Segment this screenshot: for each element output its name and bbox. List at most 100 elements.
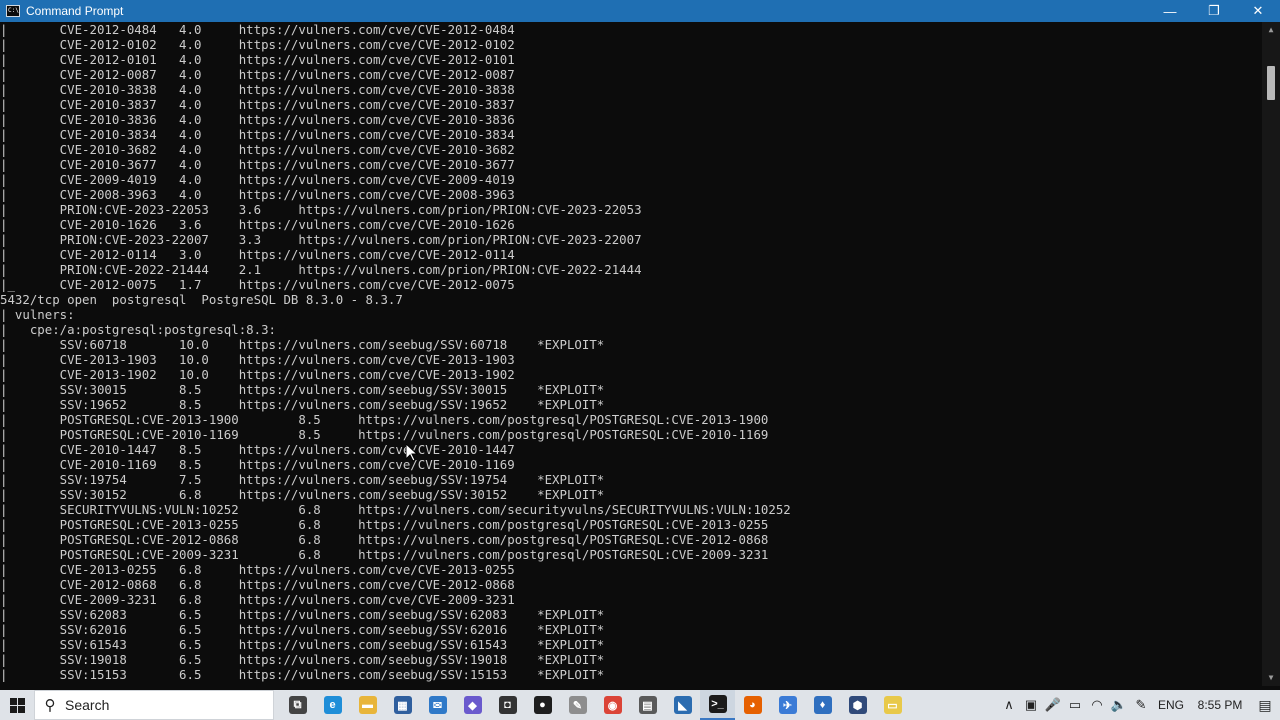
terminal-line: | SSV:15153 6.5 https://vulners.com/seeb… <box>0 667 605 682</box>
terminal-line: | POSTGRESQL:CVE-2010-1169 8.5 https://v… <box>0 427 769 442</box>
terminal-line: | CVE-2012-0102 4.0 https://vulners.com/… <box>0 37 515 52</box>
taskbar-app-task-view[interactable]: ⧉ <box>280 690 315 720</box>
terminal-line: |_ CVE-2012-0075 1.7 https://vulners.com… <box>0 277 515 292</box>
mouse-pointer-icon <box>406 444 418 462</box>
wifi-icon[interactable]: ◠ <box>1086 697 1108 713</box>
app-icon-outline: ◘ <box>498 696 517 714</box>
taskbar: ⚲ Search ⧉ e ▬ ▦ ✉ ◆ ◘ ● ✎ ◉ ▤ ◣ >_ ◕ ✈ ♦ ⬢ ▭ ∧ ▣ 🎤 ▭ ◠ 🔈… <box>0 690 1280 720</box>
terminal-line: | CVE-2012-0101 4.0 https://vulners.com/… <box>0 52 515 67</box>
app-icon-cube: ⬢ <box>848 696 867 714</box>
chrome-icon: ◉ <box>603 696 622 714</box>
terminal-line: | SSV:60718 10.0 https://vulners.com/see… <box>0 337 605 352</box>
terminal-line: 5432/tcp open postgresql PostgreSQL DB 8… <box>0 292 403 307</box>
battery-icon[interactable]: ▭ <box>1064 697 1086 713</box>
sticky-notes-icon: ▭ <box>883 696 902 714</box>
terminal-line: | PRION:CVE-2023-22007 3.3 https://vulne… <box>0 232 642 247</box>
taskbar-app-app-cube[interactable]: ⬢ <box>840 690 875 720</box>
edge-icon: e <box>323 696 342 714</box>
taskbar-app-app-dark[interactable]: ● <box>525 690 560 720</box>
taskbar-app-edge[interactable]: e <box>315 690 350 720</box>
terminal-line: | CVE-2013-0255 6.8 https://vulners.com/… <box>0 562 515 577</box>
volume-icon[interactable]: 🔈 <box>1108 697 1130 713</box>
terminal-line: | SECURITYVULNS:VULN:10252 6.8 https://v… <box>0 502 791 517</box>
terminal-line: | CVE-2010-1169 8.5 https://vulners.com/… <box>0 457 515 472</box>
terminal-output[interactable]: | CVE-2012-0484 4.0 https://vulners.com/… <box>0 22 1262 686</box>
app-icon-blue: ✈ <box>778 696 797 714</box>
terminal-line: | SSV:61543 6.5 https://vulners.com/seeb… <box>0 637 605 652</box>
terminal-line: | CVE-2013-1902 10.0 https://vulners.com… <box>0 367 515 382</box>
app-icon-dark: ● <box>533 696 552 714</box>
calculator-icon: ▤ <box>638 696 657 714</box>
task-view-icon: ⧉ <box>288 696 307 714</box>
terminal-line: | SSV:62083 6.5 https://vulners.com/seeb… <box>0 607 605 622</box>
terminal-line: | CVE-2012-0114 3.0 https://vulners.com/… <box>0 247 515 262</box>
taskbar-app-firefox[interactable]: ◕ <box>735 690 770 720</box>
terminal-line: | SSV:19018 6.5 https://vulners.com/seeb… <box>0 652 605 667</box>
start-button[interactable] <box>0 690 34 720</box>
microphone-icon[interactable]: 🎤 <box>1042 697 1064 713</box>
notification-icon[interactable]: ▤ <box>1250 697 1280 714</box>
terminal-line: | PRION:CVE-2023-22053 3.6 https://vulne… <box>0 202 642 217</box>
taskbar-app-calculator[interactable]: ▤ <box>630 690 665 720</box>
taskbar-search-box[interactable]: ⚲ Search <box>34 690 274 720</box>
terminal-line: | CVE-2010-3682 4.0 https://vulners.com/… <box>0 142 515 157</box>
scroll-up-arrow-icon[interactable]: ▲ <box>1262 22 1280 38</box>
terminal-line: | CVE-2010-1626 3.6 https://vulners.com/… <box>0 217 515 232</box>
taskbar-app-paint[interactable]: ✎ <box>560 690 595 720</box>
restore-button[interactable]: ❐ <box>1192 0 1236 22</box>
taskbar-app-vscode[interactable]: ◣ <box>665 690 700 720</box>
pen-icon[interactable]: ✎ <box>1130 697 1152 713</box>
chevron-up-icon[interactable]: ∧ <box>998 697 1020 713</box>
terminal-line: | PRION:CVE-2022-21444 2.1 https://vulne… <box>0 262 642 277</box>
terminal-line: | POSTGRESQL:CVE-2013-1900 8.5 https://v… <box>0 412 769 427</box>
vscode-icon: ◣ <box>673 696 692 714</box>
terminal-line: | SSV:30015 8.5 https://vulners.com/seeb… <box>0 382 605 397</box>
clock[interactable]: 8:55 PM <box>1190 698 1250 712</box>
windows-logo-icon <box>9 697 25 713</box>
app-icon-purple: ◆ <box>463 696 482 714</box>
meet-now-icon[interactable]: ▣ <box>1020 697 1042 713</box>
terminal-line: | CVE-2010-3837 4.0 https://vulners.com/… <box>0 97 515 112</box>
terminal-line: | CVE-2012-0868 6.8 https://vulners.com/… <box>0 577 515 592</box>
taskbar-app-sticky-notes[interactable]: ▭ <box>875 690 910 720</box>
scroll-down-arrow-icon[interactable]: ▼ <box>1262 670 1280 686</box>
taskbar-app-file-explorer[interactable]: ▬ <box>350 690 385 720</box>
vertical-scrollbar[interactable]: ▲ ▼ <box>1262 22 1280 686</box>
terminal-line: | CVE-2008-3963 4.0 https://vulners.com/… <box>0 187 515 202</box>
scrollbar-thumb[interactable] <box>1267 66 1275 100</box>
taskbar-app-mail[interactable]: ✉ <box>420 690 455 720</box>
window-controls: — ❐ ✕ <box>1148 0 1280 22</box>
terminal-line: | POSTGRESQL:CVE-2012-0868 6.8 https://v… <box>0 532 769 547</box>
taskbar-app-store[interactable]: ▦ <box>385 690 420 720</box>
taskbar-app-chrome[interactable]: ◉ <box>595 690 630 720</box>
terminal-line: | SSV:62016 6.5 https://vulners.com/seeb… <box>0 622 605 637</box>
window-title: Command Prompt <box>26 4 124 18</box>
window-title-bar: C:\ Command Prompt — ❐ ✕ <box>0 0 1280 22</box>
terminal-line: | CVE-2010-3834 4.0 https://vulners.com/… <box>0 127 515 142</box>
terminal-line: | SSV:30152 6.8 https://vulners.com/seeb… <box>0 487 605 502</box>
language-indicator[interactable]: ENG <box>1152 698 1190 712</box>
taskbar-app-app-outline[interactable]: ◘ <box>490 690 525 720</box>
terminal-line: | POSTGRESQL:CVE-2009-3231 6.8 https://v… <box>0 547 769 562</box>
taskbar-app-command-prompt[interactable]: >_ <box>700 690 735 720</box>
taskbar-app-droplet[interactable]: ♦ <box>805 690 840 720</box>
file-explorer-icon: ▬ <box>358 696 377 714</box>
search-icon: ⚲ <box>44 697 56 714</box>
terminal-line: | vulners: <box>0 307 75 322</box>
terminal-line: | SSV:19652 8.5 https://vulners.com/seeb… <box>0 397 605 412</box>
terminal-line: | CVE-2009-4019 4.0 https://vulners.com/… <box>0 172 515 187</box>
taskbar-app-app-purple[interactable]: ◆ <box>455 690 490 720</box>
mail-icon: ✉ <box>428 696 447 714</box>
command-prompt-icon: C:\ <box>6 5 20 17</box>
taskbar-apps: ⧉ e ▬ ▦ ✉ ◆ ◘ ● ✎ ◉ ▤ ◣ >_ ◕ ✈ ♦ ⬢ ▭ <box>280 690 910 720</box>
terminal-line: | POSTGRESQL:CVE-2013-0255 6.8 https://v… <box>0 517 769 532</box>
paint-icon: ✎ <box>568 696 587 714</box>
droplet-icon: ♦ <box>813 696 832 714</box>
system-tray: ∧ ▣ 🎤 ▭ ◠ 🔈 ✎ ENG 8:55 PM ▤ <box>998 690 1280 720</box>
search-placeholder: Search <box>65 697 110 713</box>
taskbar-app-app-blue[interactable]: ✈ <box>770 690 805 720</box>
terminal-line: | CVE-2010-3836 4.0 https://vulners.com/… <box>0 112 515 127</box>
terminal-line: | SSV:19754 7.5 https://vulners.com/seeb… <box>0 472 605 487</box>
close-button[interactable]: ✕ <box>1236 0 1280 22</box>
minimize-button[interactable]: — <box>1148 0 1192 22</box>
